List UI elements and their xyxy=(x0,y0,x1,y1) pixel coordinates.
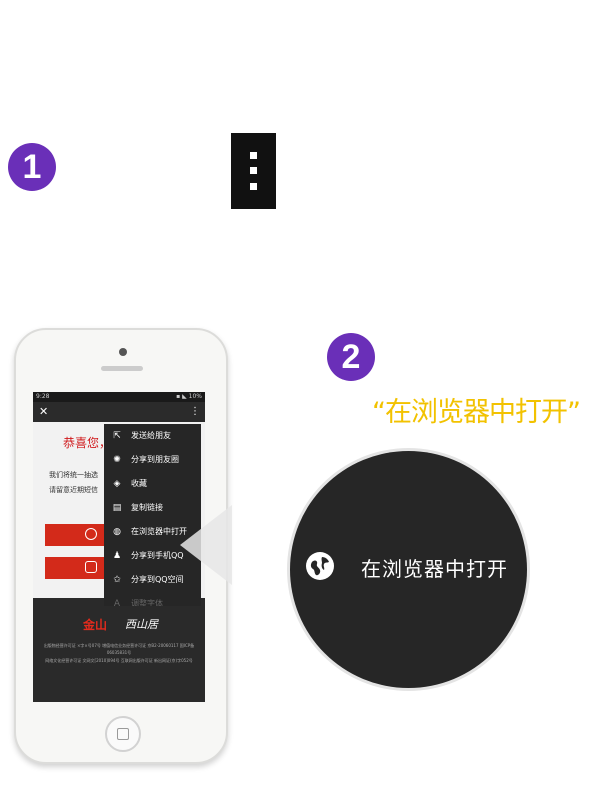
notice-line-1: 我们将统一抽选 xyxy=(49,471,98,479)
status-icons: ▪ ◣ 10% xyxy=(176,393,202,400)
phone-camera xyxy=(119,348,127,356)
footer-license-line: 网络文化经营许可证 文网文[2010]094号 互联网出版许可证 新出网证(京)… xyxy=(45,658,193,663)
zoom-callout: 在浏览器中打开 xyxy=(290,451,527,688)
step-two-badge: 2 xyxy=(327,333,375,381)
notice-line-2: 请留意近期短信 xyxy=(49,486,98,494)
menu-item-label: 发送给朋友 xyxy=(131,431,171,440)
menu-item-label: 分享到朋友圈 xyxy=(131,455,179,464)
globe-icon xyxy=(306,552,334,580)
kingsoft-logo: 金山 xyxy=(83,616,107,633)
favorite-box-icon: ◈ xyxy=(113,479,121,489)
kingsoft-logo-text: 金山 xyxy=(83,618,108,632)
menu-item-label: 复制链接 xyxy=(131,503,163,512)
more-dot-icon xyxy=(250,183,257,190)
instruction-quote: “在浏览器中打开” xyxy=(372,397,581,428)
more-dot-icon xyxy=(250,167,257,174)
menu-item-send-to-friend[interactable]: ⇱ 发送给朋友 xyxy=(104,424,201,448)
qq-penguin-icon: ♟ xyxy=(112,551,122,561)
menu-item-font-size[interactable]: A 调整字体 xyxy=(104,592,201,606)
more-vertical-icon[interactable]: ⋮ xyxy=(190,405,200,419)
partner-logo: 西山居 xyxy=(125,618,158,631)
globe-icon: ◍ xyxy=(113,527,121,537)
menu-item-label: 调整字体 xyxy=(131,599,163,606)
star-icon: ✩ xyxy=(113,575,121,585)
app-bar: ✕ ⋮ xyxy=(33,402,205,422)
step-one-badge: 1 xyxy=(8,143,56,191)
copy-link-icon: ▤ xyxy=(112,503,122,513)
android-icon xyxy=(85,561,97,573)
menu-item-favorite[interactable]: ◈ 收藏 xyxy=(104,472,201,496)
more-menu-button[interactable] xyxy=(231,133,276,209)
share-out-icon: ⇱ xyxy=(113,431,121,441)
status-bar: 9:28 ▪ ◣ 10% xyxy=(33,392,205,402)
menu-item-label: 分享到手机QQ xyxy=(131,551,184,560)
close-icon[interactable]: ✕ xyxy=(39,405,48,419)
menu-item-label: 在浏览器中打开 xyxy=(131,527,187,536)
zoom-open-in-browser-label: 在浏览器中打开 xyxy=(361,557,508,581)
home-button[interactable] xyxy=(105,716,141,752)
moments-icon: ✺ xyxy=(113,455,121,465)
menu-item-moments[interactable]: ✺ 分享到朋友圈 xyxy=(104,448,201,472)
camera-icon xyxy=(85,528,97,540)
more-dot-icon xyxy=(250,152,257,159)
phone-speaker xyxy=(101,366,143,371)
status-time: 9:28 xyxy=(36,393,50,400)
page-footer: 金山 西山居 出版物经营许可证 ×字×号07号 增值电信业务经营许可证 京B2-… xyxy=(33,598,205,702)
magnifier-beam xyxy=(180,505,232,585)
footer-license-line: 06035831号 xyxy=(106,650,132,655)
menu-item-label: 分享到QQ空间 xyxy=(131,575,184,584)
footer-license-line: 出版物经营许可证 ×字×号07号 增值电信业务经营许可证 京B2-2006011… xyxy=(43,643,195,648)
home-square-icon xyxy=(117,728,129,740)
menu-item-label: 收藏 xyxy=(131,479,147,488)
font-size-icon: A xyxy=(113,599,121,606)
